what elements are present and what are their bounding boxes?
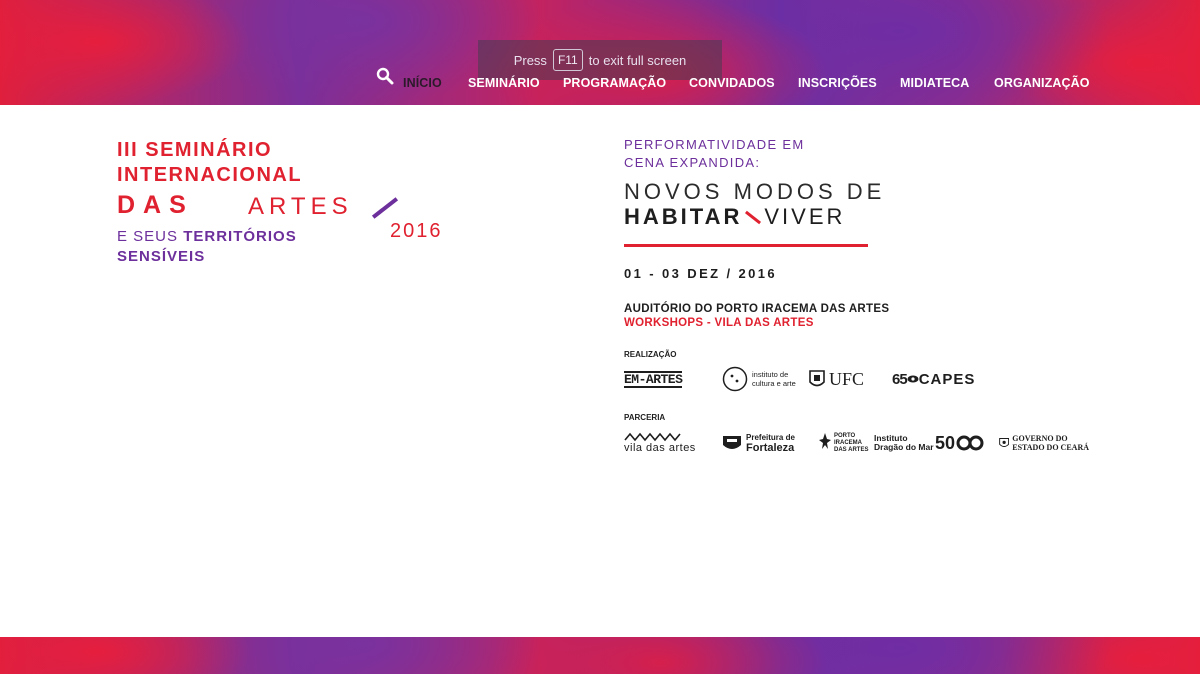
title-line-1: III SEMINÁRIO (117, 139, 273, 161)
event-venue: AUDITÓRIO DO PORTO IRACEMA DAS ARTES (624, 303, 890, 315)
fullscreen-notice-prefix: Press (513, 52, 547, 68)
title-year: 2016 (390, 220, 443, 242)
seminar-title: III SEMINÁRIO INTERNACIONAL DAS ARTES 20… (117, 138, 441, 265)
performatividade-line-1: PERFORMATIVIDADE EM (624, 137, 805, 152)
title-slash (371, 197, 399, 219)
novos-modos: NOVOS MODOS DE (624, 179, 886, 204)
event-date: 01 - 03 DEZ / 2016 (624, 266, 778, 281)
porto-star-icon (819, 433, 831, 449)
instituto-logo: instituto de cultura e arte (722, 366, 808, 392)
ceara-crest-icon (999, 438, 1010, 448)
ufc-crest-icon (809, 370, 825, 387)
prefeitura-crest-icon (723, 436, 741, 449)
nav-item-midiateca[interactable]: MIDIATECA (900, 76, 969, 90)
infinity-knot-icon (956, 435, 984, 451)
nav-item-seminario[interactable]: SEMINÁRIO (468, 76, 540, 90)
event-info: PERFORMATIVIDADE EM CENA EXPANDIDA: NOVO… (624, 136, 1094, 329)
fullscreen-notice-suffix: to exit full screen (588, 52, 687, 68)
realizacao-logos: EM-ARTES instituto de cultura e arte UFC… (624, 362, 992, 396)
prefeitura-logo: Prefeitura de Fortaleza (721, 432, 818, 454)
title-das: DAS (117, 191, 194, 219)
nav-item-convidados[interactable]: CONVIDADOS (689, 76, 775, 90)
vila-das-artes-logo: vila das artes (624, 432, 721, 454)
habitar-text: HABITAR (624, 204, 743, 229)
realizacao-label: REALIZAÇÃO (624, 350, 677, 359)
title-subtitle: E SEUS TERRITÓRIOS SENSÍVEIS (117, 227, 297, 267)
main-nav: INÍCIO SEMINÁRIO PROGRAMAÇÃO CONVIDADOS … (0, 67, 1200, 92)
nav-item-inicio[interactable]: INÍCIO (403, 76, 442, 90)
fullscreen-notice: Press F11 to exit full screen (478, 40, 722, 80)
nav-item-programacao[interactable]: PROGRAMAÇÃO (563, 76, 666, 90)
parceria-logos: vila das artes Prefeitura de Fortaleza P… (624, 425, 1089, 461)
f11-key: F11 (552, 49, 583, 71)
capes-eye-icon (907, 375, 919, 383)
dragao-do-mar-logo: Instituto Dragão do Mar (874, 433, 934, 452)
title-artes: ARTES (248, 193, 353, 220)
emartes-logo: EM-ARTES (624, 370, 683, 388)
parceria-label: PARCERIA (624, 413, 666, 422)
subtitle-prefix: E SEUS (117, 228, 179, 245)
subtitle-sensiveis: SENSÍVEIS (117, 248, 206, 265)
porto-iracema-logo: PORTO IRACEMA DAS ARTES (818, 432, 874, 454)
governo-ceara-logo: GOVERNO DO ESTADO DO CEARÁ (999, 433, 1089, 453)
red-divider (624, 244, 868, 247)
nav-item-organizacao[interactable]: ORGANIZAÇÃO (994, 76, 1090, 90)
capes-logo: 65 CAPES (892, 370, 976, 388)
subtitle-territorios: TERRITÓRIOS (183, 228, 297, 245)
viver-text: VIVER (764, 204, 846, 229)
50-anos-logo: 50 (935, 432, 999, 454)
instituto-circle-icon (722, 366, 748, 392)
habitar-slash (745, 210, 762, 224)
habitar-viver: HABITAR VIVER (624, 204, 1094, 230)
ufc-logo: UFC (808, 368, 892, 390)
vila-waves-icon (624, 432, 681, 442)
footer-banner (0, 637, 1200, 674)
performatividade-line-2: CENA EXPANDIDA: (624, 155, 761, 170)
event-workshops: WORKSHOPS - VILA DAS ARTES (624, 317, 814, 329)
title-line-2: INTERNACIONAL (117, 164, 303, 186)
search-icon[interactable] (376, 67, 394, 85)
nav-item-inscricoes[interactable]: INSCRIÇÕES (798, 76, 877, 90)
